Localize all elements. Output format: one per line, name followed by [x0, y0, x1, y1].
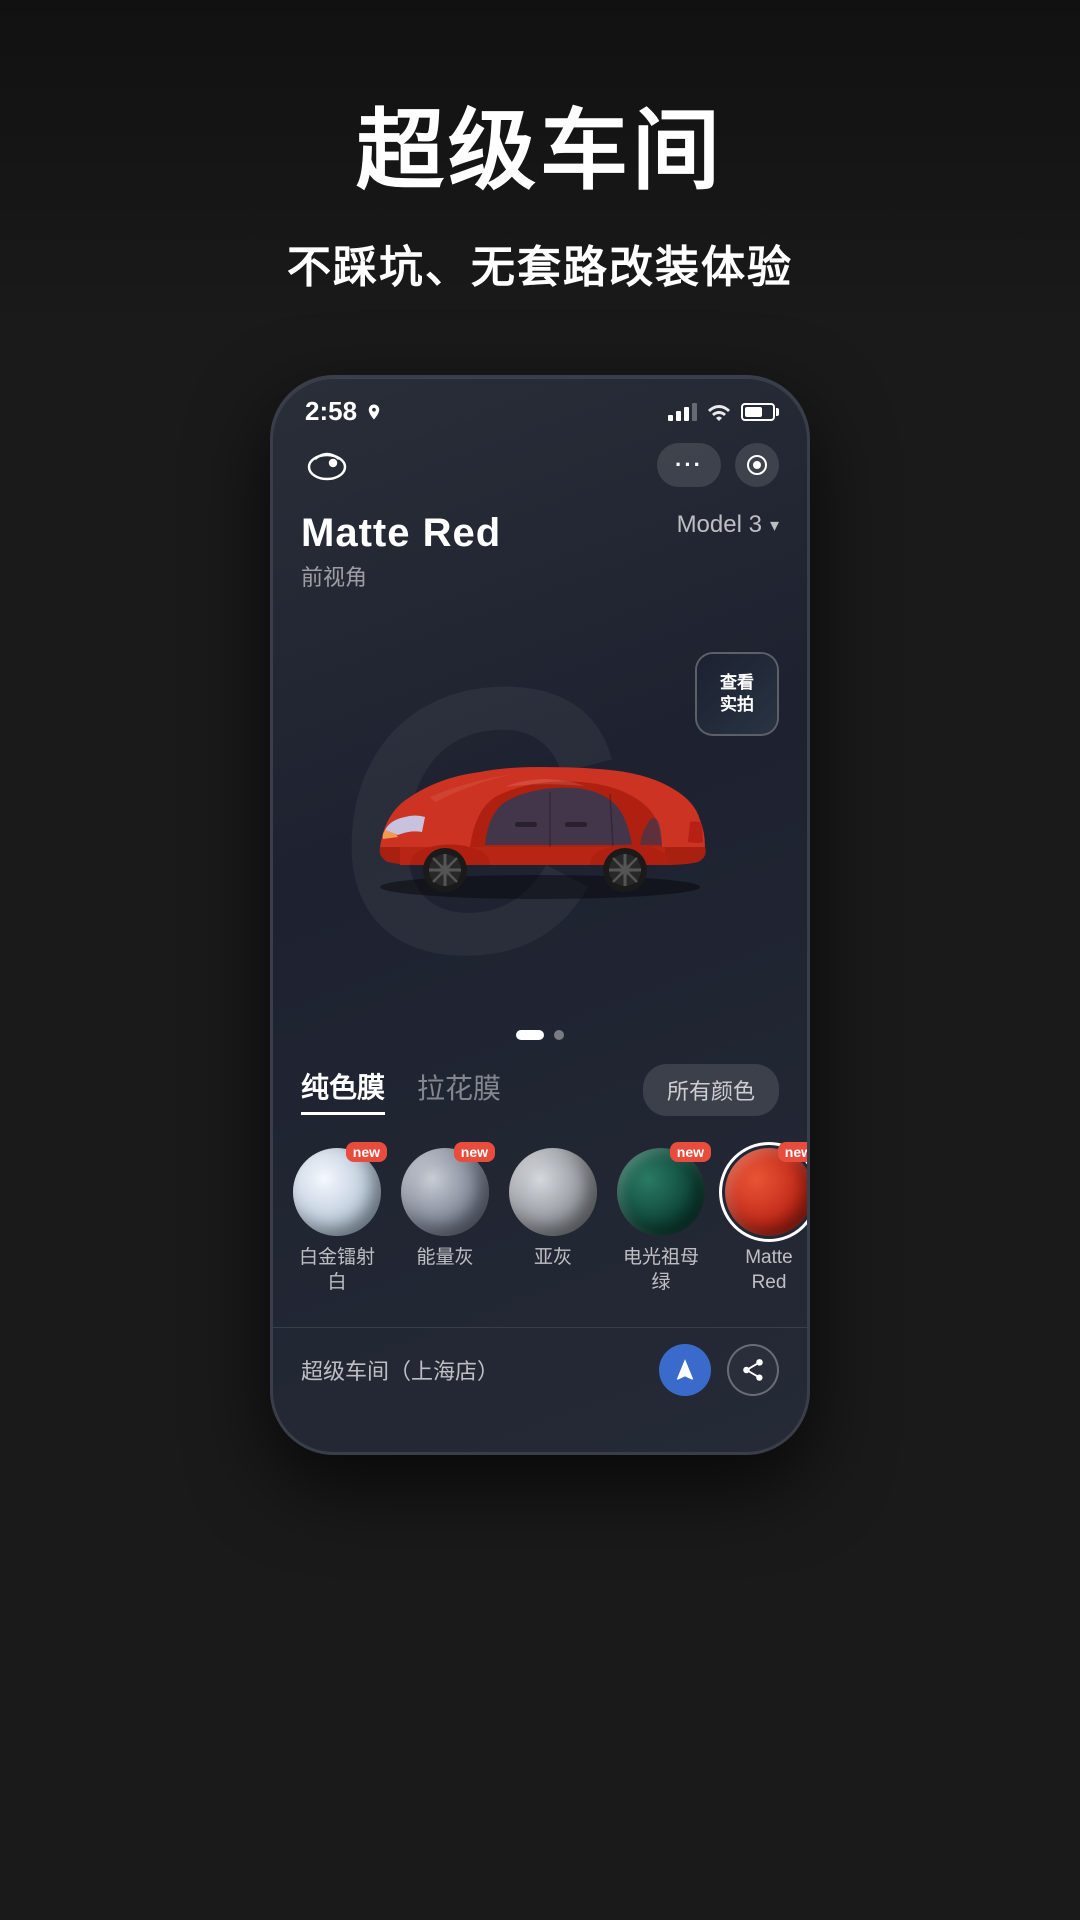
swatch-label-electric-green: 电光祖母 绿 [623, 1246, 699, 1295]
tesla-car-svg [320, 702, 760, 902]
phone-frame: 2:58 [270, 375, 810, 1455]
dot-1[interactable] [516, 1030, 544, 1040]
more-button[interactable]: ··· [657, 443, 721, 487]
location-icon [365, 403, 383, 421]
app-header: ··· [273, 435, 807, 503]
dot-2[interactable] [554, 1030, 564, 1040]
signal-bar-4 [692, 403, 697, 421]
new-badge-energy-grey: new [454, 1142, 495, 1162]
car-name: Matte Red [301, 511, 501, 556]
logo-icon [301, 445, 353, 485]
car-model-selector[interactable]: Model 3 ▾ [677, 511, 779, 539]
signal-bar-3 [684, 407, 689, 421]
battery-icon [741, 403, 775, 421]
car-info: Matte Red 前视角 Model 3 ▾ [273, 503, 807, 592]
status-icons [668, 403, 775, 421]
swatch-ball-sub-grey [509, 1148, 597, 1236]
wifi-icon [707, 403, 731, 421]
swatch-platinum[interactable]: new 白金镭射 白 [293, 1148, 381, 1295]
signal-bar-1 [668, 415, 673, 421]
film-tabs: 纯色膜 拉花膜 所有颜色 [273, 1064, 807, 1116]
tab-solid-film[interactable]: 纯色膜 [301, 1066, 385, 1115]
swatch-matte-red[interactable]: new Matte Red [725, 1148, 807, 1295]
app-logo [301, 443, 361, 487]
swatch-ball-wrapper-5: new [725, 1148, 807, 1236]
shop-name: 超级车间（上海店） [301, 1354, 499, 1386]
phone-mockup: 2:58 [270, 375, 810, 1455]
all-colors-button[interactable]: 所有颜色 [643, 1064, 779, 1116]
new-badge-electric-green: new [670, 1142, 711, 1162]
nav-share-button[interactable] [727, 1344, 779, 1396]
record-icon [745, 453, 769, 477]
swatch-energy-grey[interactable]: new 能量灰 [401, 1148, 489, 1295]
bottom-bar: 超级车间（上海店） [273, 1327, 807, 1420]
car-view-label: 前视角 [301, 560, 501, 592]
swatch-ball-wrapper-4: new [617, 1148, 705, 1236]
swatch-ball-wrapper-3 [509, 1148, 597, 1236]
swatch-electric-green[interactable]: new 电光祖母 绿 [617, 1148, 705, 1295]
swatch-label-platinum: 白金镭射 白 [299, 1246, 375, 1295]
share-icon [740, 1357, 766, 1383]
record-button[interactable] [735, 443, 779, 487]
swatch-sub-grey[interactable]: 亚灰 [509, 1148, 597, 1295]
signal-bar-2 [676, 411, 681, 421]
swatch-ball-wrapper: new [293, 1148, 381, 1236]
swatch-label-matte-red: Matte Red [745, 1246, 793, 1295]
header-controls: ··· [657, 443, 779, 487]
nav-icons [659, 1344, 779, 1396]
new-badge-platinum: new [346, 1142, 387, 1162]
nav-location-button[interactable] [659, 1344, 711, 1396]
swatch-label-energy-grey: 能量灰 [416, 1246, 473, 1271]
hero-section: 超级车间 不踩坑、无套路改装体验 [0, 0, 1080, 335]
battery-fill [745, 407, 762, 417]
swatch-label-sub-grey: 亚灰 [534, 1246, 572, 1271]
real-photo-line2: 实拍 [720, 694, 754, 716]
car-display: C [273, 592, 807, 1012]
real-photo-line1: 查看 [720, 672, 754, 694]
signal-bars [668, 403, 697, 421]
real-photo-button[interactable]: 查看 实拍 [695, 652, 779, 736]
new-badge-matte-red: new [778, 1142, 807, 1162]
status-time: 2:58 [305, 396, 383, 427]
chevron-down-icon: ▾ [770, 515, 779, 536]
tab-pattern-film[interactable]: 拉花膜 [417, 1067, 501, 1113]
color-swatches: new 白金镭射 白 new 能量灰 亚灰 [273, 1140, 807, 1327]
hero-subtitle: 不踩坑、无套路改装体验 [60, 231, 1020, 295]
car-name-block: Matte Red 前视角 [301, 511, 501, 592]
pagination-dots [273, 1012, 807, 1064]
swatch-ball-wrapper-2: new [401, 1148, 489, 1236]
location-nav-icon [672, 1357, 698, 1383]
status-bar: 2:58 [273, 378, 807, 435]
hero-title: 超级车间 [60, 80, 1020, 207]
